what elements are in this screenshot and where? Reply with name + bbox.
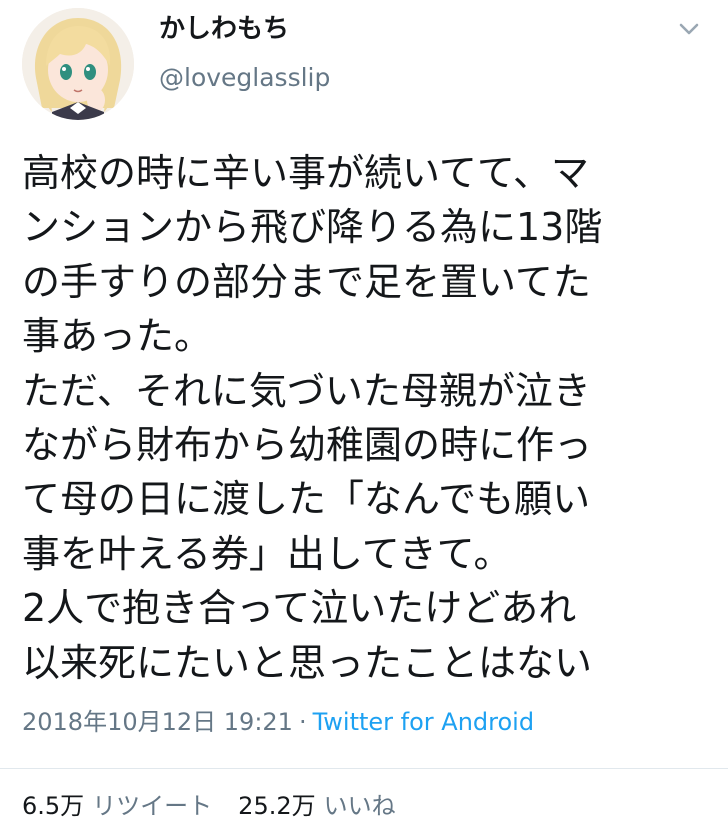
- tweet-text: 高校の時に辛い事が続いてて、マ ンションから飛び降りる為に13階 の手すりの部分…: [22, 146, 722, 690]
- tweet-text-line: 高校の時に辛い事が続いてて、マ: [22, 151, 589, 195]
- display-name[interactable]: かしわもち: [159, 12, 289, 46]
- divider: [0, 768, 728, 769]
- likes-stat[interactable]: 25.2万 いいね: [238, 792, 395, 820]
- tweet-text-line: 2人で抱き合って泣いたけどあれ: [22, 586, 577, 631]
- retweets-stat[interactable]: 6.5万 リツイート: [22, 792, 212, 820]
- tweet-stats: 6.5万 リツイート 25.2万 いいね: [22, 790, 396, 822]
- tweet-text-line: の手すりの部分まで足を置いてた: [22, 259, 591, 304]
- likes-label: いいね: [323, 792, 396, 820]
- tweet-text-line: て母の日に渡した「なんでも願い: [22, 477, 591, 522]
- retweets-label: リツイート: [92, 792, 213, 820]
- client-link[interactable]: Twitter for Android: [313, 708, 534, 736]
- tweet-text-line: ただ、それに気づいた母親が泣き: [22, 368, 591, 413]
- tweet-card: かしわもち @loveglasslip 高校の時に辛い事が続いてて、マ ンション…: [0, 0, 728, 840]
- avatar-illustration: [22, 8, 134, 120]
- tweet-text-line: ながら財布から幼稚園の時に作っ: [22, 422, 593, 467]
- chevron-down-icon[interactable]: [676, 18, 702, 40]
- avatar[interactable]: [22, 8, 134, 120]
- username[interactable]: @loveglasslip: [159, 62, 330, 94]
- tweet-text-line: 以来死にたいと思ったことはない: [22, 640, 593, 685]
- tweet-meta: 2018年10月12日 19:21 · Twitter for Android: [22, 706, 534, 738]
- retweets-count: 6.5万: [22, 792, 85, 820]
- tweet-text-line: 事を叶える券」出してきて。: [22, 531, 512, 576]
- tweet-text-line: ンションから飛び降りる為に13階: [22, 205, 603, 250]
- likes-count: 25.2万: [238, 792, 316, 820]
- tweet-text-line: 事あった。: [22, 314, 213, 359]
- timestamp[interactable]: 2018年10月12日 19:21: [22, 708, 293, 736]
- meta-separator: ·: [298, 708, 307, 736]
